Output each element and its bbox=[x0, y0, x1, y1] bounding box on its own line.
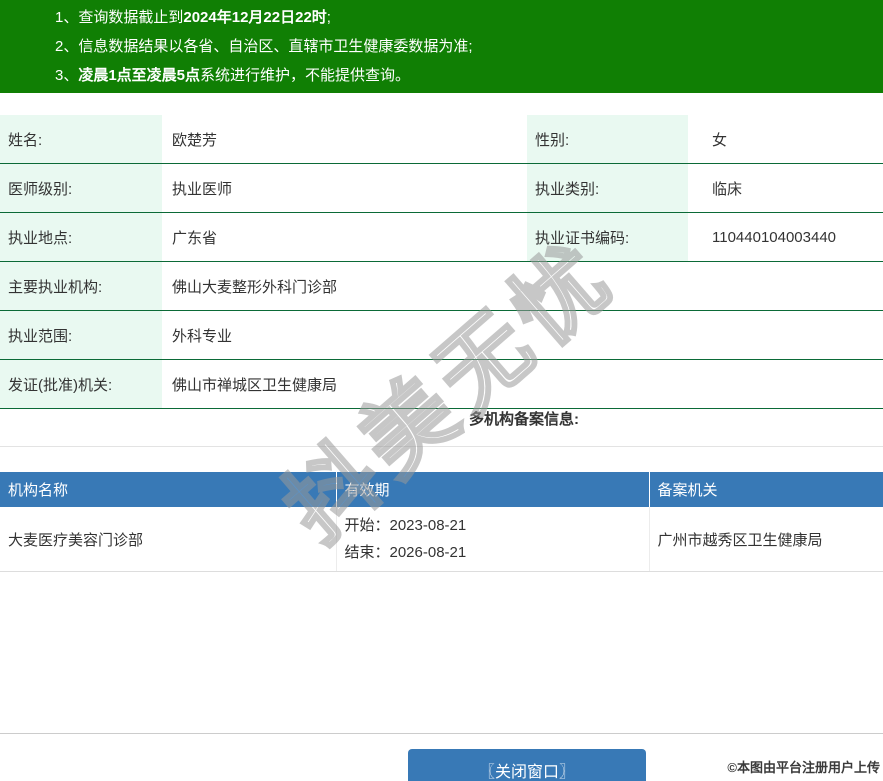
field-value-issuing-authority: 佛山市禅城区卫生健康局 bbox=[162, 359, 883, 409]
multi-org-section-title: 多机构备案信息: bbox=[469, 411, 579, 428]
field-value-certificate-number: 110440104003440 bbox=[688, 212, 883, 262]
column-header-validity-period: 有效期 bbox=[336, 472, 650, 507]
doctor-info-table: 姓名: 欧楚芳 性别: 女 医师级别: 执业医师 执业类别: 临床 执业地点: … bbox=[0, 115, 883, 409]
notice-text: 信息数据结果以各省、自治区、直辖市卫生健康委数据为准; bbox=[78, 38, 473, 55]
notice-number: 3、 bbox=[55, 67, 79, 84]
cell-validity-period: 开始：2023-08-21 结束：2026-08-21 bbox=[336, 507, 650, 572]
table-row: 发证(批准)机关: 佛山市禅城区卫生健康局 bbox=[0, 359, 883, 409]
notice-number: 1、 bbox=[55, 9, 79, 26]
notice-number: 2、 bbox=[55, 38, 79, 55]
field-value-name: 欧楚芳 bbox=[162, 115, 527, 164]
table-header-row: 机构名称 有效期 备案机关 bbox=[0, 472, 883, 507]
table-row: 执业范围: 外科专业 bbox=[0, 310, 883, 360]
table-row: 主要执业机构: 佛山大麦整形外科门诊部 bbox=[0, 261, 883, 311]
notice-text-bold: 2024年12月22日22时 bbox=[183, 9, 327, 26]
field-label-main-institution: 主要执业机构: bbox=[0, 261, 162, 311]
field-label-doctor-level: 医师级别: bbox=[0, 163, 162, 213]
field-label-certificate-number: 执业证书编码: bbox=[527, 212, 688, 262]
column-header-filing-authority: 备案机关 bbox=[649, 472, 883, 507]
field-label-practice-category: 执业类别: bbox=[527, 163, 688, 213]
field-label-issuing-authority: 发证(批准)机关: bbox=[0, 359, 162, 409]
field-label-practice-scope: 执业范围: bbox=[0, 310, 162, 360]
cell-filing-authority: 广州市越秀区卫生健康局 bbox=[649, 507, 883, 572]
notice-text-bold: 凌晨1点至凌晨5点 bbox=[78, 67, 201, 84]
field-value-gender: 女 bbox=[688, 115, 883, 164]
notice-line-3: 3、凌晨1点至凌晨5点系统进行维护，不能提供查询。 bbox=[0, 61, 883, 90]
close-window-button[interactable]: 〖关闭窗口〗 bbox=[408, 749, 646, 781]
table-row: 姓名: 欧楚芳 性别: 女 bbox=[0, 115, 883, 164]
notice-banner: 1、查询数据截止到2024年12月22日22时; 2、信息数据结果以各省、自治区… bbox=[0, 0, 883, 93]
notice-text: 查询数据截止到 bbox=[78, 9, 184, 26]
footer-divider bbox=[0, 733, 883, 734]
column-header-institution-name: 机构名称 bbox=[0, 472, 337, 507]
notice-line-1: 1、查询数据截止到2024年12月22日22时; bbox=[0, 3, 883, 32]
cell-institution-name: 大麦医疗美容门诊部 bbox=[0, 507, 337, 572]
notice-text: ; bbox=[326, 9, 331, 26]
multi-org-backup-table: 机构名称 有效期 备案机关 大麦医疗美容门诊部 开始：2023-08-21 结束… bbox=[0, 472, 883, 572]
divider bbox=[0, 446, 883, 447]
validity-end: 结束：2026-08-21 bbox=[344, 544, 467, 561]
field-value-practice-location: 广东省 bbox=[162, 212, 527, 262]
table-row: 大麦医疗美容门诊部 开始：2023-08-21 结束：2026-08-21 广州… bbox=[0, 507, 883, 572]
field-value-practice-category: 临床 bbox=[688, 163, 883, 213]
field-label-practice-location: 执业地点: bbox=[0, 212, 162, 262]
field-label-name: 姓名: bbox=[0, 115, 162, 164]
field-value-practice-scope: 外科专业 bbox=[162, 310, 883, 360]
field-value-main-institution: 佛山大麦整形外科门诊部 bbox=[162, 261, 883, 311]
field-value-doctor-level: 执业医师 bbox=[162, 163, 527, 213]
notice-line-2: 2、信息数据结果以各省、自治区、直辖市卫生健康委数据为准; bbox=[0, 32, 883, 61]
license-query-result-page: 1、查询数据截止到2024年12月22日22时; 2、信息数据结果以各省、自治区… bbox=[0, 0, 883, 781]
table-row: 医师级别: 执业医师 执业类别: 临床 bbox=[0, 163, 883, 213]
notice-text: 系统进行维护，不能提供查询。 bbox=[200, 67, 411, 84]
table-row: 执业地点: 广东省 执业证书编码: 110440104003440 bbox=[0, 212, 883, 262]
uploader-watermark: ©本图由平台注册用户上传 bbox=[727, 760, 880, 775]
validity-start: 开始：2023-08-21 bbox=[344, 517, 467, 534]
field-label-gender: 性别: bbox=[527, 115, 688, 164]
